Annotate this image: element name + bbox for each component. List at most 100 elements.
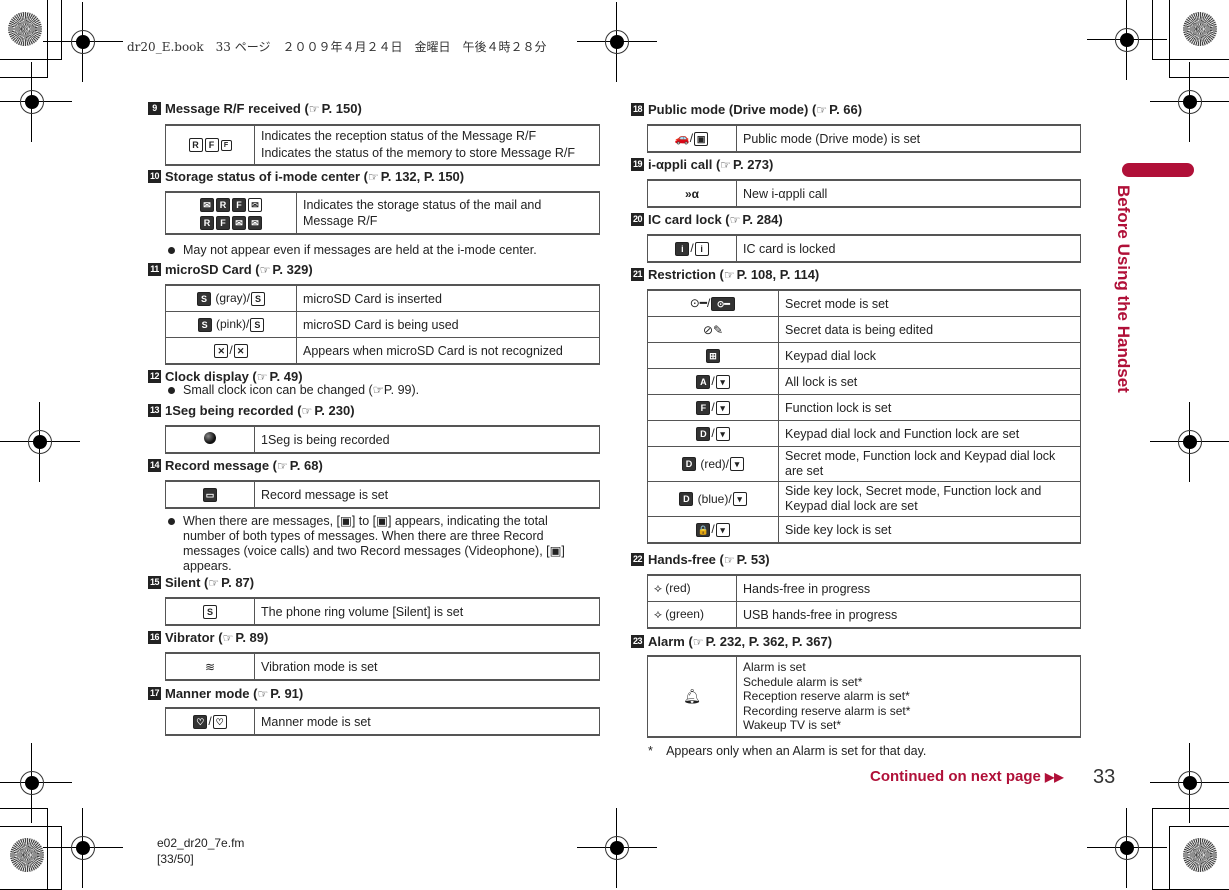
reference-icon: ☞ [729,212,741,227]
description-cell: Secret data is being edited [778,316,1081,343]
reference-icon: ☞ [208,575,220,590]
icon-cell: ≋ [165,652,255,681]
function-lock-icon: F [696,400,711,415]
table-row: S The phone ring volume [Silent] is set [165,597,600,626]
lock-icon: ▾ [732,492,747,507]
description-cell: Function lock is set [778,394,1081,421]
icon-cell [165,425,255,454]
section-title: 22 Hands-free (☞ P. 53) [631,552,770,567]
table-row: 🔒 / ▾ Side key lock is set [647,516,1081,544]
section-number: 15 [148,576,161,589]
icon-table: i / i IC card is locked [647,234,1081,263]
section-title: 21 Restriction (☞ P. 108, P. 114) [631,267,820,282]
table-row: i / i IC card is locked [647,234,1081,263]
section-number: 11 [148,263,161,276]
footnote: * Appears only when an Alarm is set for … [648,744,927,758]
reference-icon: ☞ [301,403,313,418]
icon-table: S (gray)/S microSD Card is inserted S (p… [165,284,600,365]
registration-target-icon [10,838,44,872]
icon-cell: ⊘✎ [647,316,779,343]
registration-mark-icon [1087,0,1167,80]
dial-function-lock-icon: D [696,426,711,441]
icon-table: S The phone ring volume [Silent] is set [165,597,600,626]
description-cell: microSD Card is inserted [296,284,600,312]
description-cell: Secret mode is set [778,289,1081,317]
footer-file-info: e02_dr20_7e.fm [33/50] [157,836,245,866]
registration-target-icon [1183,12,1217,46]
description-cell: Side key lock, Secret mode, Function loc… [778,481,1081,517]
icon-cell: ▭ [165,480,255,509]
icon-cell: S (pink)/S [165,311,297,338]
table-row: ✉ R F ✉ R F ✉ ✉ Indicates the storage status o… [165,191,600,235]
icon-cell: S (gray)/S [165,284,297,312]
section-title: 11 microSD Card (☞ P. 329) [148,262,313,277]
bullet-icon [168,247,175,255]
section-title: 14 Record message (☞ P. 68) [148,458,323,473]
icon-cell: i / i [647,234,737,263]
section-title: 15 Silent (☞ P. 87) [148,575,255,590]
reference-icon: ☞ [723,552,735,567]
combined-lock-icon: D [679,492,694,507]
folder-mail-icon: ✉ [248,197,262,212]
icon-table: ⟡ (red) Hands-free in progress ⟡ (green)… [647,574,1081,629]
reference-icon: ☞ [256,369,268,384]
icon-cell: ⟡ (green) [647,601,737,629]
record-message-icon: ▭ [203,487,217,502]
note: May not appear even if messages are held… [168,243,537,258]
table-row: A / ▾ All lock is set [647,368,1081,395]
lock-icon: ▾ [715,400,730,415]
table-row: ≋ Vibration mode is set [165,652,600,681]
reference-icon: ☞ [259,262,271,277]
description-cell: Secret mode, Function lock and Keypad di… [778,446,1081,482]
table-row: RFF Indicates the reception status of th… [165,124,600,166]
icon-cell: ⟡ (red) [647,574,737,602]
table-row: D (blue)/▾ Side key lock, Secret mode, F… [647,481,1081,517]
icon-cell: 🔔︎ [647,655,737,737]
registration-mark-icon [0,402,80,482]
icon-table: »α New i-αppli call [647,179,1081,208]
chapter-title: Before Using the Handset [1114,185,1133,393]
icon-cell: ✉ R F ✉ R F ✉ ✉ [165,191,297,235]
section-number: 22 [631,553,644,566]
table-row: ⟡ (red) Hands-free in progress [647,574,1081,602]
registration-mark-icon [1150,62,1229,142]
registration-mark-icon [1150,743,1229,823]
section-title: 13 1Seg being recorded (☞ P. 230) [148,403,355,418]
description-cell: Vibration mode is set [254,652,600,681]
ic-card-lock-icon: i [694,241,709,256]
table-row: S (pink)/S microSD Card is being used [165,311,600,338]
folder-r-icon: R [216,197,230,212]
section-title: 23 Alarm (☞ P. 232, P. 362, P. 367) [631,634,833,649]
folder-mail-rf-icon: ✉ [248,215,262,230]
page-number: 33 [1093,766,1116,788]
continued-link[interactable]: Continued on next page ▶▶ [870,768,1063,785]
description-cell: Indicates the storage status of the mail… [296,191,600,235]
note: Small clock icon can be changed (☞P. 99)… [168,383,419,398]
table-row: ⊞ Keypad dial lock [647,342,1081,369]
icon-table: ✉ R F ✉ R F ✉ ✉ Indicates the storage status o… [165,191,600,235]
section-number: 14 [148,459,161,472]
table-row: ♡ / ♡ Manner mode is set [165,707,600,736]
hands-free-icon: ⟡ [654,581,662,595]
icon-cell: S [165,597,255,626]
table-row: ⊘✎ Secret data is being edited [647,316,1081,343]
registration-mark-icon [43,2,123,82]
message-f-icon: F [204,138,219,153]
description-cell: Appears when microSD Card is not recogni… [296,337,600,365]
alarm-bell-icon: 🔔︎ [683,687,701,704]
keypad-lock-icon: ⊞ [706,348,720,363]
lock-icon: ▾ [715,522,730,537]
reference-icon: ☞ [692,634,704,649]
description-cell: Public mode (Drive mode) is set [736,124,1081,153]
combined-lock-icon: D [681,457,696,472]
icon-cell: ⊙━/⊙━ [647,289,779,317]
microsd-error-icon: ✕ [214,343,229,358]
section-number: 17 [148,687,161,700]
table-row: D / ▾ Keypad dial lock and Function lock a… [647,420,1081,447]
icon-cell: A / ▾ [647,368,779,395]
description-cell: IC card is locked [736,234,1081,263]
lock-icon: ▾ [715,426,730,441]
icon-table: ♡ / ♡ Manner mode is set [165,707,600,736]
description-cell: The phone ring volume [Silent] is set [254,597,600,626]
section-title: 16 Vibrator (☞ P. 89) [148,630,269,645]
